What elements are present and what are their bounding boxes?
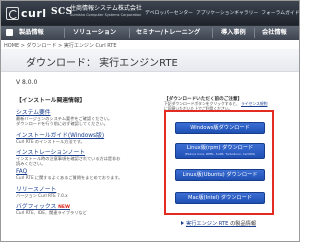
release-notes-desc: バージョン Curl RTE 7.0.x	[16, 192, 68, 198]
curl-logo[interactable]: curl	[6, 6, 47, 20]
download-linux-ubuntu-label: Linux版(Ubuntu) ダウンロード	[182, 172, 258, 178]
util-link-developer-center[interactable]: デベロッパーセンター	[145, 9, 193, 16]
rte-product-info-link[interactable]: 実行エンジン RTE の製品情報	[186, 220, 256, 227]
download-buttons-panel: Windows版ダウンロード Linux版(rpm) ダウンロード (Fedor…	[164, 110, 274, 215]
download-linux-rpm-sub: (Fedora Core, RHEL, SuSE, Turbolinux, Ce…	[184, 151, 256, 156]
breadcrumb[interactable]: HOME > ダウンロード > 実行エンジン Curl RTE	[4, 42, 117, 49]
download-linux-ubuntu-button[interactable]: Linux版(Ubuntu) ダウンロード	[175, 169, 265, 181]
company-name: 住商情報システム株式会社 Sumisho Computer Systems Co…	[70, 6, 142, 18]
link-install-guide[interactable]: インストールガイド(Windows版)	[16, 130, 136, 139]
download-mac-button[interactable]: Mac版(Intel) ダウンロード	[175, 192, 265, 204]
bug-fixes-desc: Curl RTE、IDE、関連ライブラリなど	[16, 209, 87, 215]
license-terms-link[interactable]: ライセンス規約	[241, 101, 268, 106]
download-windows-button[interactable]: Windows版ダウンロード	[175, 122, 265, 134]
nav-item-products[interactable]: 製品情報	[19, 26, 44, 40]
install-info-heading: 【インストール関連情報】	[16, 98, 86, 104]
curl-logo-icon	[6, 6, 19, 20]
company-name-en: Sumisho Computer Systems Corporation	[70, 13, 142, 17]
rte-link-suffix: の製品情報	[230, 221, 257, 227]
nav-item-seminars[interactable]: セミナー/トレーニング	[136, 26, 200, 40]
utility-links: デベロッパーセンター アプリケーションギャラリー フォーラムガイド	[145, 9, 299, 16]
util-link-forum-guide[interactable]: フォーラムガイド	[261, 9, 299, 16]
main-nav: 製品情報 ソリューション セミナー/トレーニング 導入事例 会社情報	[1, 25, 299, 40]
company-name-jp: 住商情報システム株式会社	[70, 5, 142, 12]
site-header: curl SCS 住商情報システム株式会社 Sumisho Computer S…	[1, 1, 299, 25]
nav-item-solutions[interactable]: ソリューション	[73, 26, 116, 40]
download-windows-label: Windows版ダウンロード	[190, 125, 250, 131]
download-linux-rpm-label: Linux版(rpm) ダウンロード	[186, 145, 254, 152]
nav-divider	[64, 28, 65, 38]
bug-fixes-label: バグフィックス	[16, 203, 57, 210]
version-label: V 8.0.0	[16, 79, 38, 86]
nav-divider	[212, 28, 213, 38]
logo-text: curl	[21, 6, 47, 20]
link-bug-fixes[interactable]: バグフィックス NEW	[16, 201, 136, 210]
install-guide-desc: Curl RTE のインストール方法です。	[16, 138, 85, 144]
title-bar: ダウンロード： 実行エンジンRTE	[1, 49, 299, 72]
download-mac-label: Mac版(Intel) ダウンロード	[187, 195, 252, 201]
home-icon[interactable]	[6, 29, 13, 36]
system-requirements-desc-2: ダウンロードを行う前に必ず確認してください。	[16, 121, 108, 127]
link-installation-notes[interactable]: インストレーションノート	[16, 147, 136, 156]
nav-item-company[interactable]: 会社情報	[262, 26, 287, 40]
nav-divider	[129, 28, 130, 38]
faq-desc: Curl RTE に関するよくあるご質問をまとめております。	[16, 175, 123, 181]
nav-divider	[254, 28, 255, 38]
install-info-list: 【インストール関連情報】 システム要件 最新バージョンのシステム要件をご確認くだ…	[16, 95, 136, 215]
util-link-app-gallery[interactable]: アプリケーションギャラリー	[196, 9, 258, 16]
rte-link-text: 実行エンジン RTE	[186, 221, 229, 227]
installation-notes-desc-2: 読みください。	[16, 161, 46, 166]
download-linux-rpm-button[interactable]: Linux版(rpm) ダウンロード (Fedora Core, RHEL, S…	[175, 143, 265, 159]
link-release-notes[interactable]: リリースノート	[16, 184, 136, 193]
nav-item-case-studies[interactable]: 導入事例	[221, 26, 246, 40]
arrow-right-icon	[181, 221, 184, 225]
download-notice: 【ダウンロードいただく前のご注意】 下記ダウンロードボタンをクリックすると、 ラ…	[164, 96, 294, 111]
link-system-requirements[interactable]: システム要件	[16, 107, 136, 116]
page-title: ダウンロード： 実行エンジンRTE	[26, 58, 178, 69]
